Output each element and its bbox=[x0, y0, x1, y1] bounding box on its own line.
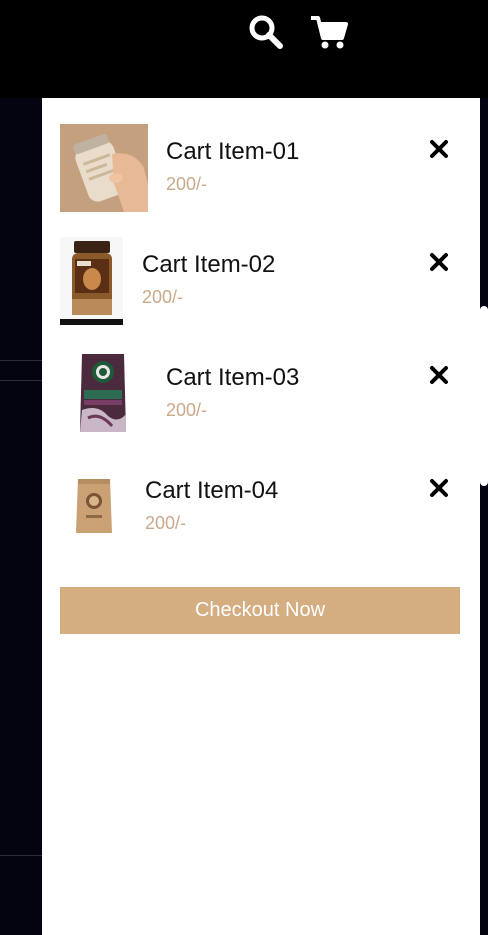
close-icon[interactable] bbox=[428, 364, 450, 386]
item-title: Cart Item-02 bbox=[142, 251, 276, 278]
item-price: 200/- bbox=[166, 400, 208, 420]
close-icon[interactable] bbox=[428, 251, 450, 273]
product-image bbox=[72, 473, 116, 539]
divider bbox=[0, 380, 42, 381]
cart-icon[interactable] bbox=[310, 14, 348, 50]
scrollbar-track[interactable] bbox=[480, 98, 488, 935]
scrollbar-thumb[interactable] bbox=[480, 306, 488, 486]
item-price: 200/- bbox=[166, 174, 208, 194]
search-icon[interactable] bbox=[248, 14, 284, 50]
cart-item: Cart Item-01 200/- bbox=[42, 118, 480, 230]
item-price: 200/- bbox=[142, 287, 184, 307]
product-image bbox=[60, 124, 148, 212]
item-title: Cart Item-04 bbox=[145, 477, 279, 504]
divider bbox=[0, 360, 42, 361]
item-price: 200/- bbox=[145, 513, 187, 533]
page-backdrop bbox=[0, 98, 42, 935]
divider bbox=[0, 855, 42, 856]
item-title: Cart Item-03 bbox=[166, 364, 300, 391]
product-image bbox=[78, 350, 128, 436]
item-title: Cart Item-01 bbox=[166, 138, 300, 165]
product-image bbox=[60, 237, 123, 325]
cart-item: Cart Item-03 200/- bbox=[42, 344, 480, 456]
top-navbar bbox=[0, 0, 488, 98]
close-icon[interactable] bbox=[428, 138, 450, 160]
cart-item: Cart Item-04 200/- bbox=[42, 457, 480, 569]
close-icon[interactable] bbox=[428, 477, 450, 499]
cart-item: Cart Item-02 200/- bbox=[42, 231, 480, 343]
checkout-button[interactable]: Checkout Now bbox=[60, 587, 460, 634]
cart-panel: Cart Item-01 200/- Cart Item-02 200/- Ca… bbox=[42, 98, 480, 935]
